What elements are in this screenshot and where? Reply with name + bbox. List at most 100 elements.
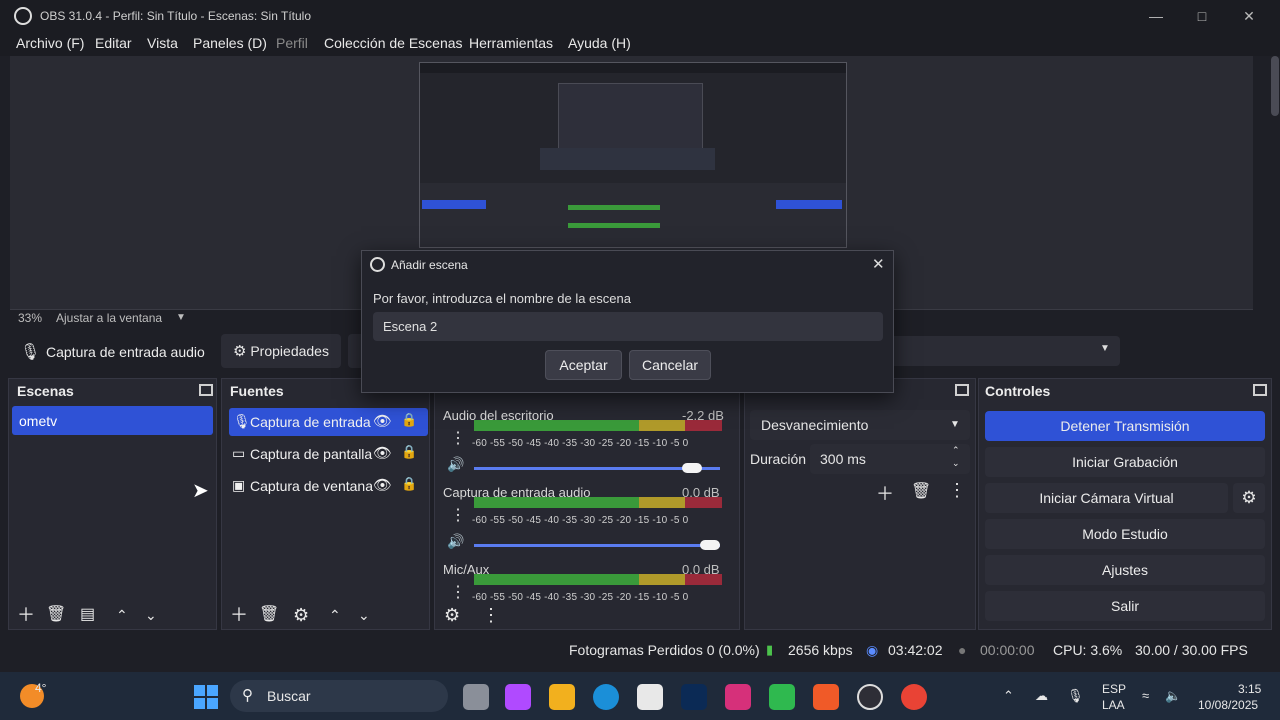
undock-icon[interactable] (1253, 384, 1267, 396)
filter-icon[interactable]: ▤ (80, 606, 95, 624)
clock-time[interactable]: 3:15 (1238, 682, 1261, 696)
start-virtual-camera-button[interactable]: Iniciar Cámara Virtual (985, 483, 1228, 513)
stop-stream-button[interactable]: Detener Transmisión (985, 411, 1265, 441)
minimize-button[interactable]: — (1146, 6, 1166, 26)
clock-date[interactable]: 10/08/2025 (1198, 698, 1258, 712)
volume-knob[interactable] (681, 463, 702, 473)
brave-icon[interactable] (813, 684, 839, 710)
volume-slider[interactable] (474, 544, 720, 547)
source-item[interactable]: ▣ Captura de ventana 👁 🔒 (229, 472, 428, 500)
source-item[interactable]: ▭ Captura de pantalla 👁 🔒 (229, 440, 428, 468)
edge-icon[interactable] (593, 684, 619, 710)
chrome-icon[interactable] (901, 684, 927, 710)
eye-icon[interactable]: 👁 (373, 444, 392, 462)
photoshop-icon[interactable] (681, 684, 707, 710)
cpu-usage: CPU: 3.6% (1053, 642, 1123, 658)
add-icon[interactable]: ＋ (230, 606, 248, 624)
arrow-up-icon[interactable]: ⌃ (329, 606, 341, 624)
more-vertical-icon[interactable]: ⋮ (482, 606, 500, 624)
gear-icon: ⚙ (233, 343, 247, 360)
ok-button[interactable]: Aceptar (545, 350, 622, 380)
preview-scrollbar[interactable] (1271, 56, 1279, 116)
chevron-up-icon[interactable]: ⌃ (1003, 688, 1014, 704)
onedrive-icon[interactable]: ☁ (1035, 688, 1048, 704)
start-recording-button[interactable]: Iniciar Grabación (985, 447, 1265, 477)
spin-up-icon[interactable]: ⌃ (952, 445, 960, 456)
menu-vista[interactable]: Vista (147, 35, 178, 51)
wifi-icon[interactable]: ≈ (1142, 688, 1149, 703)
properties-button[interactable]: ⚙ Propiedades (221, 334, 341, 368)
microphone-icon[interactable]: 🎙 (1067, 688, 1084, 704)
transition-select[interactable]: Desvanecimiento ▼ (750, 410, 970, 440)
add-icon[interactable]: ＋ (876, 480, 894, 506)
speaker-icon[interactable]: 🔊 (447, 456, 464, 473)
maximize-button[interactable]: □ (1192, 6, 1212, 26)
volume-icon[interactable]: 🔈 (1165, 688, 1181, 704)
add-icon[interactable]: ＋ (17, 606, 35, 624)
green-app-icon[interactable] (769, 684, 795, 710)
speaker-icon[interactable]: 🔊 (447, 533, 464, 550)
trash-icon[interactable]: 🗑 (46, 606, 66, 624)
eye-icon[interactable]: 👁 (373, 476, 392, 494)
fit-window-label[interactable]: Ajustar a la ventana (56, 311, 162, 325)
volume-knob[interactable] (700, 540, 720, 550)
undock-icon[interactable] (199, 384, 213, 396)
undock-icon[interactable] (955, 384, 969, 396)
spin-down-icon[interactable]: ⌄ (952, 458, 960, 469)
mouse-cursor-icon: ➤ (192, 480, 209, 502)
studio-mode-button[interactable]: Modo Estudio (985, 519, 1265, 549)
language-top[interactable]: ESP (1102, 682, 1126, 696)
settings-button[interactable]: Ajustes (985, 555, 1265, 585)
level-meter (639, 574, 685, 585)
microphone-icon: 🎙 (20, 344, 41, 361)
close-icon[interactable]: ✕ (872, 255, 885, 273)
duration-spinbox[interactable]: 300 ms ⌃ ⌄ (810, 444, 970, 474)
instagram-icon[interactable] (725, 684, 751, 710)
gear-icon[interactable]: ⚙ (293, 606, 309, 624)
language-bottom[interactable]: LAA (1102, 698, 1125, 712)
arrow-up-icon[interactable]: ⌃ (116, 606, 128, 624)
menu-coleccion-escenas[interactable]: Colección de Escenas (324, 35, 463, 51)
menu-archivo[interactable]: Archivo (F) (16, 35, 84, 51)
menu-herramientas[interactable]: Herramientas (469, 35, 553, 51)
copilot-icon[interactable] (505, 684, 531, 710)
task-view-icon[interactable] (463, 684, 489, 710)
more-vertical-icon[interactable]: ⋮ (450, 582, 466, 602)
more-vertical-icon[interactable]: ⋮ (450, 505, 466, 525)
trash-icon[interactable]: 🗑 (259, 606, 279, 624)
eye-icon[interactable]: 👁 (373, 412, 392, 430)
gear-icon[interactable]: ⚙ (444, 606, 460, 624)
lock-icon[interactable]: 🔒 (401, 476, 417, 492)
arrow-down-icon[interactable]: ⌄ (145, 606, 157, 624)
dialog-prompt: Por favor, introduzca el nombre de la es… (373, 291, 631, 306)
close-button[interactable]: ✕ (1239, 6, 1259, 26)
search-box[interactable]: ⚲ Buscar (230, 680, 448, 712)
trash-icon[interactable]: 🗑 (911, 481, 931, 501)
mixer-footer: ⚙ ⋮ (434, 600, 740, 628)
lock-icon[interactable]: 🔒 (401, 444, 417, 460)
source-label: Captura de ventana (250, 478, 373, 494)
exit-button[interactable]: Salir (985, 591, 1265, 621)
menu-ayuda[interactable]: Ayuda (H) (568, 35, 631, 51)
windows-start-icon[interactable] (194, 685, 218, 709)
scene-item[interactable]: ometv (12, 406, 213, 435)
scenes-title: Escenas (17, 383, 74, 399)
more-vertical-icon[interactable]: ⋮ (450, 428, 466, 448)
scene-name-input[interactable] (373, 312, 883, 341)
level-meter (474, 420, 639, 431)
menu-editar[interactable]: Editar (95, 35, 132, 51)
arrow-down-icon[interactable]: ⌄ (358, 606, 370, 624)
menu-perfil[interactable]: Perfil (276, 35, 308, 51)
source-item[interactable]: 🎙 Captura de entrada 👁 🔒 (229, 408, 428, 436)
level-meter (639, 420, 685, 431)
more-vertical-icon[interactable]: ⋮ (948, 480, 966, 501)
obs-taskbar-icon[interactable] (857, 684, 883, 710)
cancel-button[interactable]: Cancelar (629, 350, 711, 380)
menu-paneles[interactable]: Paneles (D) (193, 35, 267, 51)
lock-icon[interactable]: 🔒 (401, 412, 417, 428)
chevron-down-icon[interactable]: ▼ (176, 312, 186, 323)
file-explorer-icon[interactable] (549, 684, 575, 710)
virtual-camera-settings-button[interactable]: ⚙ (1233, 483, 1265, 513)
store-icon[interactable] (637, 684, 663, 710)
source-combo[interactable]: ▼ (890, 336, 1120, 366)
